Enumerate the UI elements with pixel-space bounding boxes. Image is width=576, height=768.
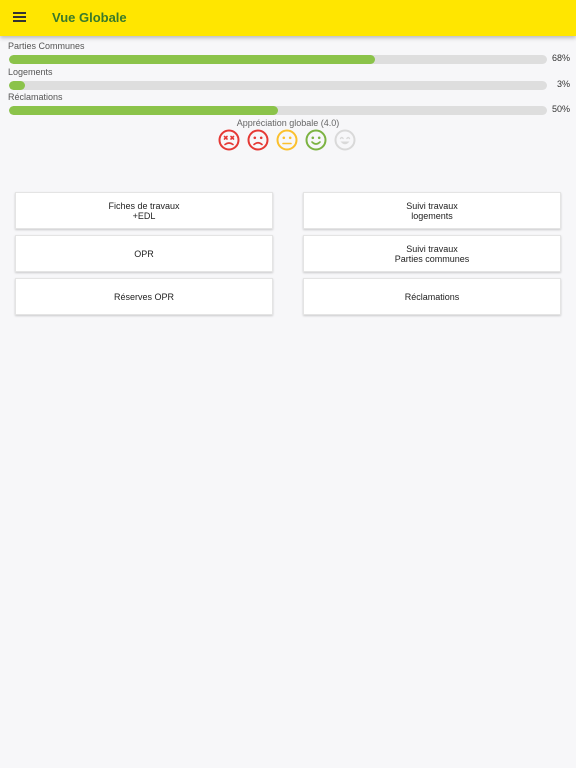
progress-track [9,55,547,64]
progress-fill [9,106,278,115]
progress-fill [9,81,26,90]
button-label: Réserves OPR [113,291,175,302]
button-label-line2: +EDL [132,210,156,221]
progress-reclamations: Réclamations 50% [8,92,570,116]
neutral-face-icon[interactable] [276,129,298,151]
button-label-line2: logements [411,210,453,221]
button-label-line1: Suivi travaux [406,200,458,211]
sad-face-icon[interactable] [247,129,269,151]
button-label: Réclamations [404,291,460,302]
opr-button[interactable]: OPR [15,235,273,272]
progress-percent: 50% [551,104,570,114]
page-title: Vue Globale [52,10,127,25]
button-label-line1: Suivi travaux [406,243,458,254]
progress-percent: 68% [551,53,570,63]
dead-face-icon[interactable] [218,129,240,151]
progress-label: Logements [8,67,53,77]
fiches-de-travaux-button[interactable]: Fiches de travaux +EDL [15,192,273,229]
button-label-line2: Parties communes [394,253,470,264]
happy-face-icon[interactable] [305,129,327,151]
very-happy-face-icon[interactable] [334,129,356,151]
progress-percent: 3% [556,79,570,89]
reserves-opr-button[interactable]: Réserves OPR [15,278,273,315]
button-label: OPR [134,248,154,259]
suivi-travaux-logements-button[interactable]: Suivi travaux logements [303,192,561,229]
rating-smileys [218,129,358,151]
app-bar: Vue Globale [0,0,576,36]
progress-logements: Logements 3% [8,67,570,91]
progress-parties-communes: Parties Communes 68% [8,41,570,65]
hamburger-menu-icon[interactable] [12,11,28,25]
progress-label: Réclamations [8,92,63,102]
suivi-travaux-parties-communes-button[interactable]: Suivi travaux Parties communes [303,235,561,272]
progress-track [9,106,547,115]
reclamations-button[interactable]: Réclamations [303,278,561,315]
progress-track [9,81,547,90]
rating-label: Appréciation globale (4.0) [236,118,340,128]
progress-label: Parties Communes [8,41,85,51]
progress-fill [9,55,375,64]
button-label-line1: Fiches de travaux [108,200,180,211]
